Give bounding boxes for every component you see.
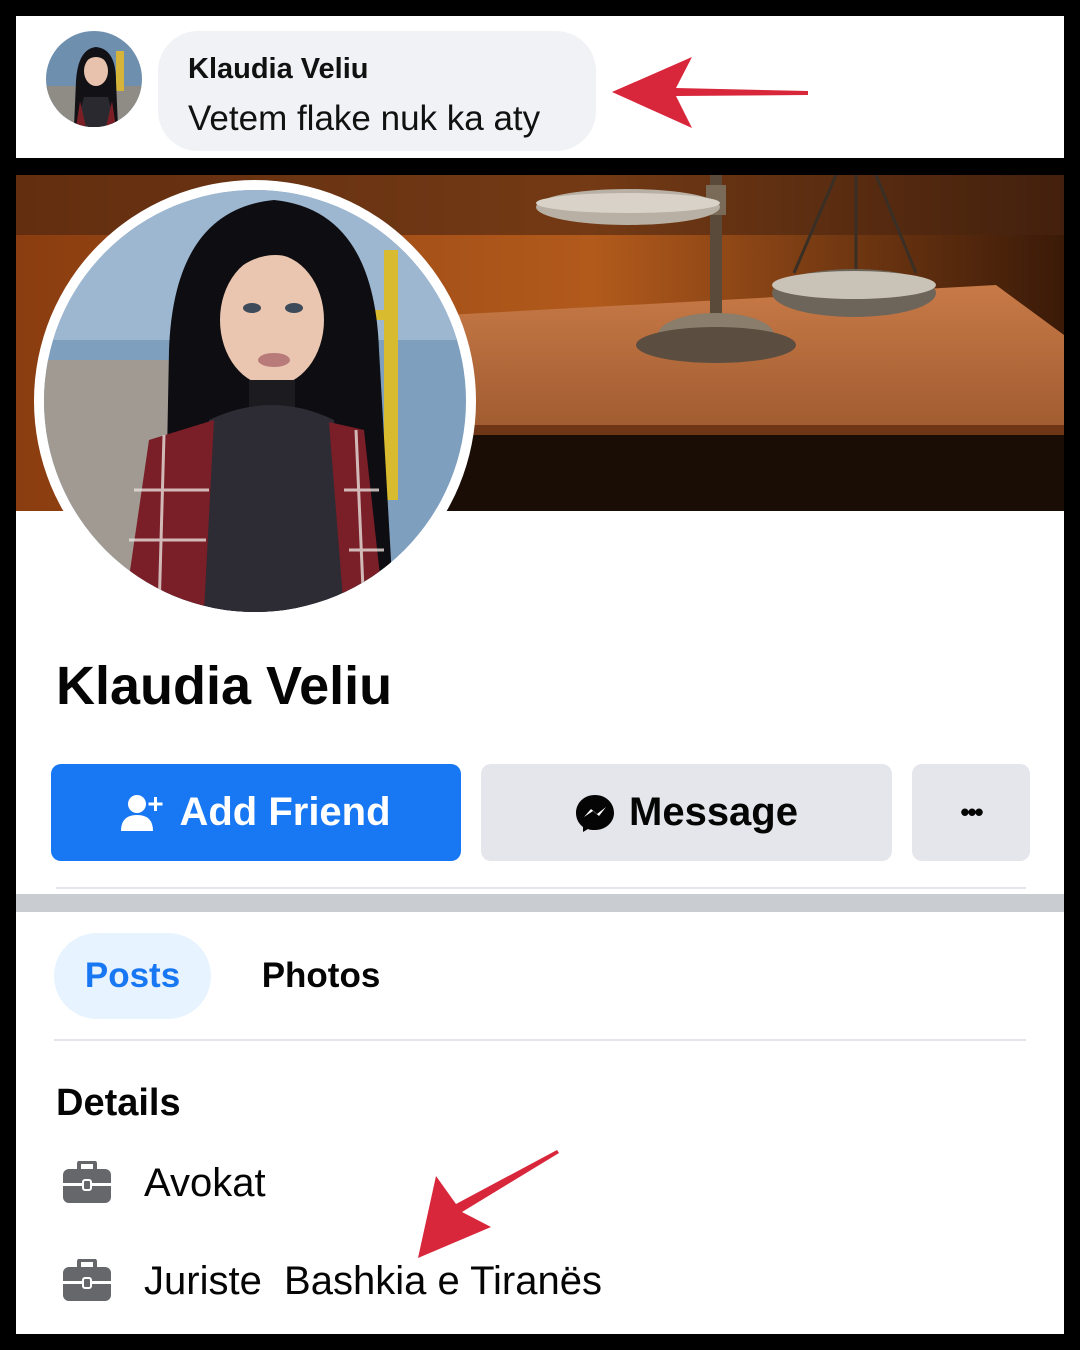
profile-picture[interactable] — [34, 180, 476, 622]
detail-text: Avokat — [144, 1161, 266, 1205]
add-friend-button[interactable]: Add Friend — [51, 764, 461, 861]
more-options-button[interactable]: ••• — [912, 764, 1030, 861]
comment-panel: Klaudia Veliu Vetem flake nuk ka aty — [16, 16, 1064, 158]
tab-photos[interactable]: Photos — [236, 933, 406, 1019]
profile-picture-image — [44, 190, 466, 612]
avatar-image — [46, 31, 142, 127]
section-separator — [16, 894, 1064, 912]
tab-posts[interactable]: Posts — [54, 933, 211, 1019]
detail-row-work: Juriste Bashkia e Tiranës — [56, 1253, 956, 1313]
briefcase-icon — [63, 1259, 111, 1301]
message-label: Message — [629, 790, 798, 834]
add-friend-label: Add Friend — [179, 790, 391, 834]
comment-text: Vetem flake nuk ka aty — [188, 99, 541, 138]
detail-text: Juriste Bashkia e Tiranës — [144, 1259, 602, 1303]
comment-author-name[interactable]: Klaudia Veliu — [188, 53, 369, 86]
add-friend-icon — [121, 794, 163, 831]
comment-avatar[interactable] — [46, 31, 142, 127]
details-heading: Details — [56, 1082, 181, 1124]
divider — [56, 887, 1026, 889]
briefcase-icon — [63, 1161, 111, 1203]
more-options-icon: ••• — [960, 797, 983, 827]
comment-bubble: Klaudia Veliu Vetem flake nuk ka aty — [158, 31, 596, 151]
profile-panel: Klaudia Veliu Add Friend Message ••• Pos… — [16, 175, 1064, 1334]
profile-name: Klaudia Veliu — [56, 656, 393, 716]
message-button[interactable]: Message — [481, 764, 892, 861]
detail-row-work: Avokat — [56, 1155, 956, 1215]
tabs-divider — [54, 1039, 1026, 1041]
messenger-icon — [576, 794, 614, 832]
